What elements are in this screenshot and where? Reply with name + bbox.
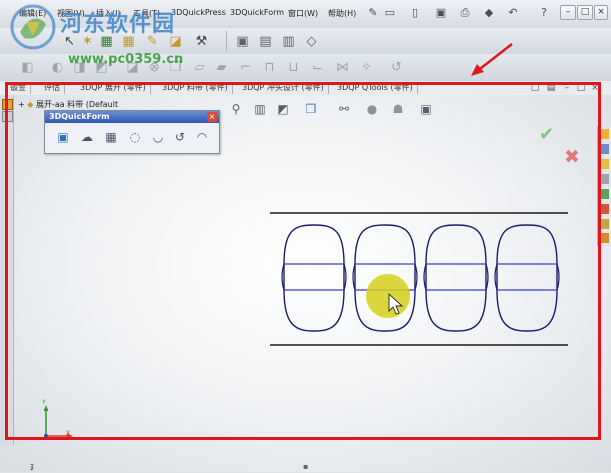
feature-manager-strip [0, 95, 14, 445]
view-orientation-icon[interactable]: ❒ [303, 101, 319, 117]
menu-3dquickform[interactable]: 3DQuickForm [230, 8, 284, 17]
cascade-icon[interactable]: ▤ [546, 83, 556, 93]
confirm-cancel-icon[interactable]: ✖ [564, 146, 580, 168]
view2-icon[interactable]: ▤ [256, 32, 275, 51]
form-tool-7-icon[interactable]: ◠ [193, 128, 211, 146]
formed-feature-3 [423, 224, 489, 332]
toolbar-separator [226, 31, 227, 51]
form-tool-4-icon[interactable]: ◌ [126, 128, 144, 146]
paint-icon[interactable]: ◆ [482, 6, 496, 20]
watermark-url: www.pc0359.cn [68, 52, 184, 67]
open-icon[interactable]: ▯ [408, 6, 422, 20]
menu-help[interactable]: 帮助(H) [328, 8, 356, 19]
property-icon[interactable] [2, 111, 13, 122]
bend-icon[interactable]: ⌐ [236, 58, 255, 77]
triad-x-label: X [66, 430, 71, 437]
revolve-icon[interactable]: ◐ [48, 58, 67, 77]
unfold-icon[interactable]: ▰ [212, 58, 231, 77]
save-icon[interactable]: ▣ [434, 6, 448, 20]
appearances-icon[interactable] [599, 204, 609, 214]
flange-icon[interactable]: ⊓ [260, 58, 279, 77]
part-icon[interactable] [2, 99, 13, 110]
minimize-button[interactable]: – [560, 5, 576, 20]
quickform-title: 3DQuickForm [49, 112, 110, 121]
search-tool-icon[interactable] [599, 174, 609, 184]
confirm-ok-icon[interactable]: ✔ [539, 124, 554, 145]
menu-window[interactable]: 窗口(W) [288, 8, 318, 19]
form-tool-5-icon[interactable]: ◡ [149, 128, 167, 146]
status-icon: ▪ [303, 462, 309, 471]
tab-3dqp-unfold[interactable]: 3DQP 展开 (零件) [76, 82, 151, 94]
watermark-logo [10, 4, 56, 50]
view3-icon[interactable]: ▥ [279, 32, 298, 51]
form-tool-6-icon[interactable]: ↺ [171, 128, 189, 146]
section-view-icon[interactable]: ◩ [275, 101, 291, 117]
doc-restore-icon[interactable]: □ [576, 83, 586, 93]
resources-icon[interactable] [599, 129, 609, 139]
rip-icon[interactable]: ⋈ [333, 58, 352, 77]
wrench-icon[interactable]: ⚒ [192, 32, 211, 51]
watermark-site-name: 河东软件园 [60, 11, 176, 37]
form-tool-3-icon[interactable]: ▦ [102, 128, 120, 146]
appearance-icon[interactable]: ● [364, 101, 380, 117]
feature-tree-label: 展开-aa 料带 (Default [35, 100, 119, 109]
tab-3dqp-punch[interactable]: 3DQP 冲头设计 (零件) [238, 82, 329, 94]
formed-feature-4 [494, 224, 560, 332]
extrude-icon[interactable]: ◧ [18, 58, 37, 77]
part-tree-icon: ◆ [27, 100, 34, 109]
formed-feature-1 [281, 224, 347, 332]
triad-y-label: Y [42, 399, 46, 406]
form-tool-2-icon[interactable]: ☁ [78, 128, 96, 146]
eraser-icon[interactable]: ◇ [302, 32, 321, 51]
close-button[interactable]: × [594, 5, 608, 20]
expand-toggle[interactable]: + [18, 100, 25, 109]
status-text: ﾇ [30, 463, 34, 472]
previous-view-icon[interactable]: ▥ [252, 101, 268, 117]
new-document-icon[interactable]: ▭ [383, 6, 397, 20]
design-library-icon[interactable] [599, 144, 609, 154]
zoom-area-icon[interactable]: ⚲ [228, 101, 244, 117]
tab-evaluate[interactable]: 评估 [40, 82, 65, 94]
hide-show-icon[interactable]: ⚯ [336, 101, 352, 117]
view-settings-icon[interactable]: ▣ [418, 101, 434, 117]
tile-icon[interactable]: ▢ [530, 83, 540, 93]
quickform-panel: 3DQuickForm × ▣ ☁ ▦ ◌ ◡ ↺ ◠ [44, 110, 220, 154]
doc-minimize-icon[interactable]: – [562, 83, 572, 93]
view1-icon[interactable]: ▣ [233, 32, 252, 51]
jog-icon[interactable]: ⌙ [308, 58, 327, 77]
quickform-close-button[interactable]: × [207, 112, 217, 122]
pin-icon[interactable]: ✎ [366, 6, 380, 20]
forum-icon[interactable] [599, 233, 609, 243]
curve-arrow-icon[interactable]: ↺ [387, 58, 406, 77]
custom-properties-icon[interactable] [599, 219, 609, 229]
doc-close-icon[interactable]: × [590, 83, 600, 93]
undo-icon[interactable]: ↶ [506, 6, 520, 20]
hem-icon[interactable]: ⊔ [284, 58, 303, 77]
cursor-highlight [366, 274, 410, 318]
form-tool-1-icon[interactable]: ▣ [54, 128, 72, 146]
axis-triad [43, 405, 73, 439]
help-icon[interactable]: ? [537, 6, 551, 20]
sketch-drawing[interactable] [268, 208, 570, 350]
forming-icon[interactable]: ✧ [357, 58, 376, 77]
view-palette-icon[interactable] [599, 189, 609, 199]
file-explorer-icon[interactable] [599, 159, 609, 169]
scene-icon[interactable]: ☗ [390, 101, 406, 117]
annotation-arrow-icon [471, 43, 513, 76]
fold-icon[interactable]: ▱ [190, 58, 209, 77]
feature-tree-root[interactable]: + ◆ 展开-aa 料带 (Default [18, 99, 118, 110]
menu-3dquickpress[interactable]: 3DQuickPress [171, 8, 226, 17]
tab-sheet-metal[interactable]: 钣金 [6, 82, 31, 94]
tab-3dqp-qtools[interactable]: 3DQP QTools (零件) [333, 82, 418, 94]
restore-button[interactable]: □ [577, 5, 593, 20]
tab-3dqp-strip[interactable]: 3DQP 料带 (零件) [158, 82, 233, 94]
print-icon[interactable]: ⎙ [458, 6, 472, 20]
